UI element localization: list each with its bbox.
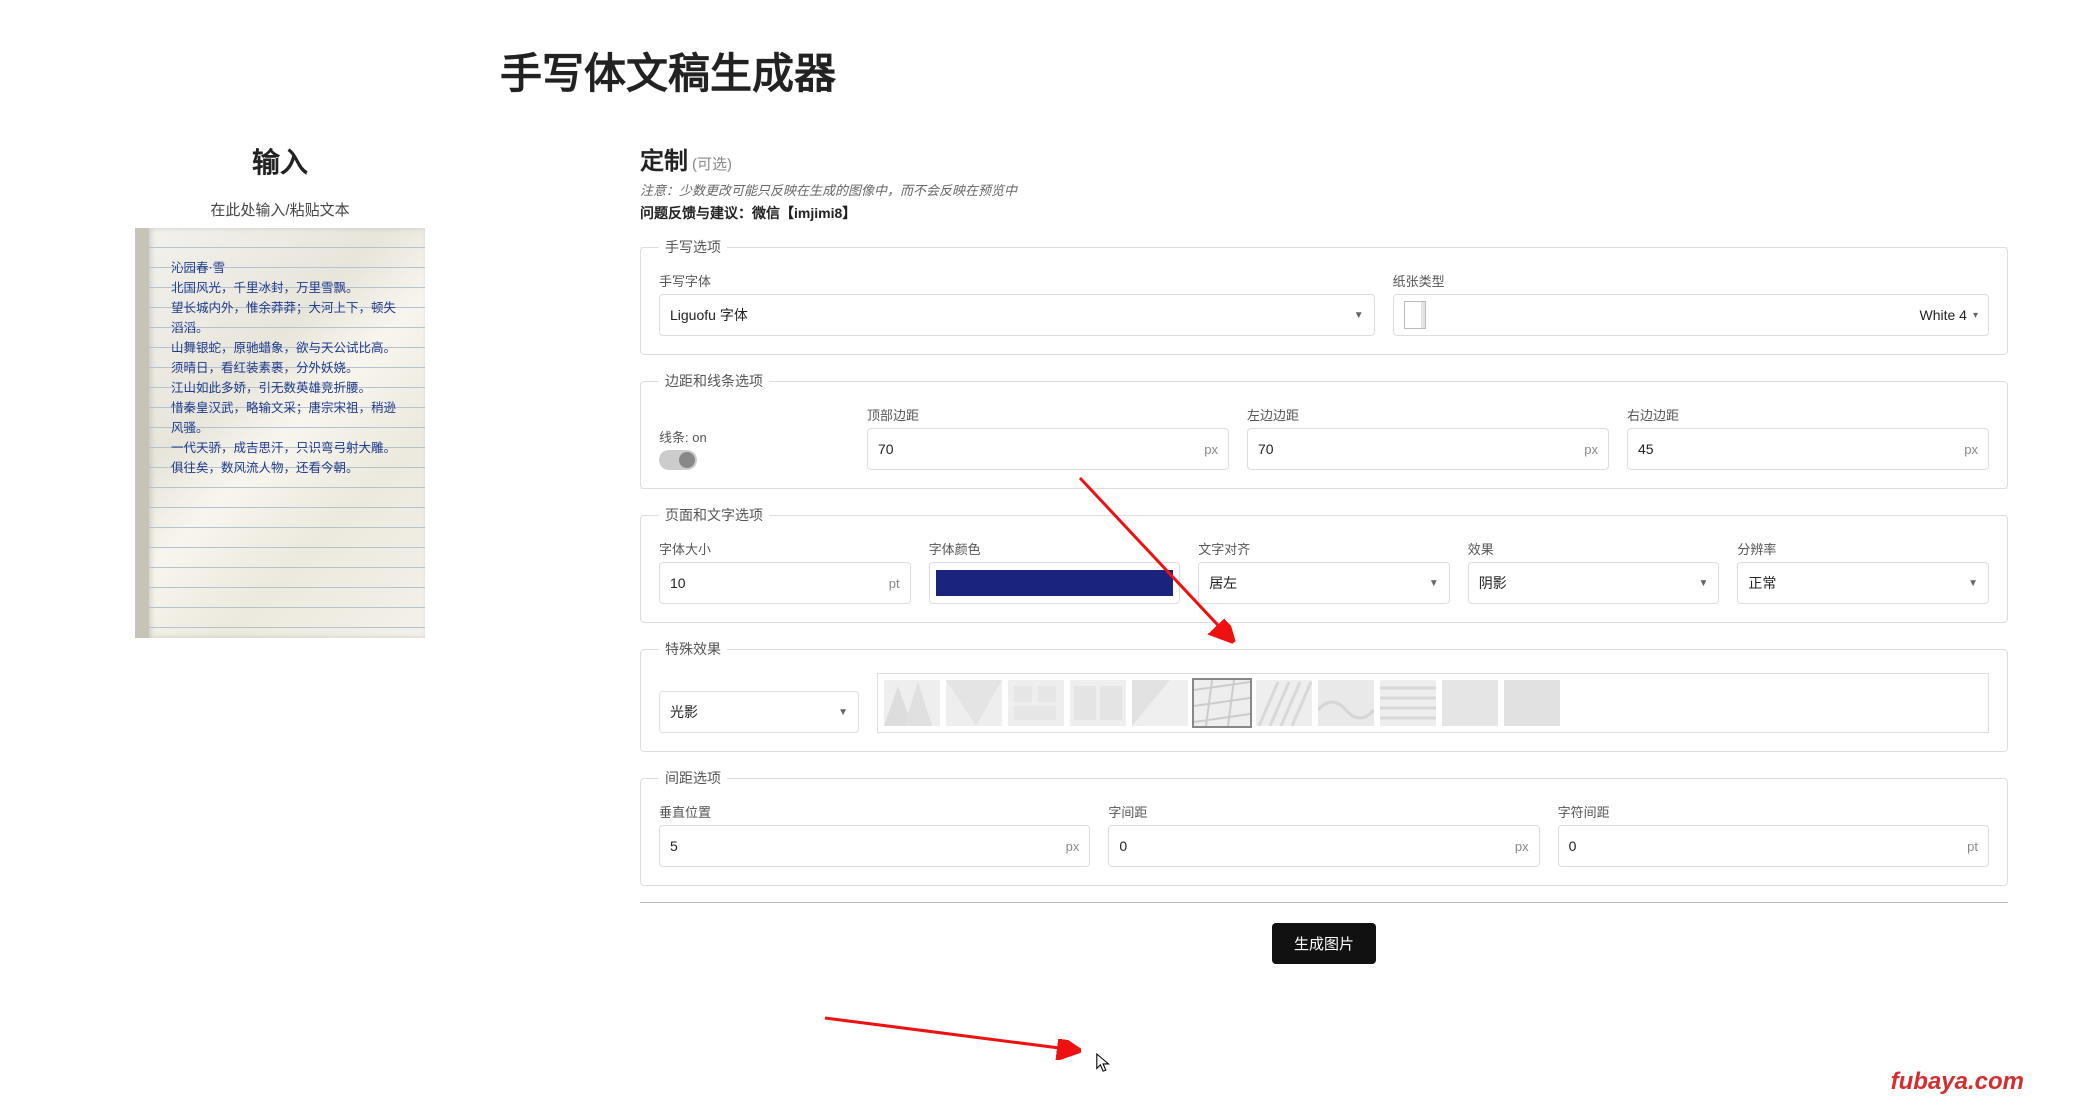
spacing-legend: 间距选项 bbox=[659, 768, 727, 788]
chevron-down-icon: ▼ bbox=[838, 707, 848, 718]
letter-spacing-label: 字符间距 bbox=[1558, 802, 1989, 821]
align-label: 文字对齐 bbox=[1198, 539, 1450, 558]
spacing-fieldset: 间距选项 垂直位置 5px 字间距 0px 字符间距 bbox=[640, 768, 2008, 886]
feedback-label: 问题反馈与建议： bbox=[640, 205, 752, 221]
shadow-option-9[interactable] bbox=[1442, 680, 1498, 726]
shadow-option-4[interactable] bbox=[1132, 680, 1188, 726]
shadow-option-8[interactable] bbox=[1380, 680, 1436, 726]
align-select[interactable]: 居左▼ bbox=[1198, 562, 1450, 604]
paper-select[interactable]: White 4 ▾ bbox=[1393, 294, 1989, 336]
word-spacing-input[interactable]: 0px bbox=[1108, 825, 1539, 867]
paper-label: 纸张类型 bbox=[1393, 271, 1989, 290]
margins-legend: 边距和线条选项 bbox=[659, 371, 769, 391]
generate-button[interactable]: 生成图片 bbox=[1272, 923, 1376, 964]
fontsize-input[interactable]: 10pt bbox=[659, 562, 911, 604]
feedback-line: 问题反馈与建议：微信【imjimi8】 bbox=[640, 203, 2008, 223]
watermark: fubaya.com bbox=[1891, 1068, 2024, 1096]
page-fieldset: 页面和文字选项 字体大小 10pt 字体颜色 文字对齐 bbox=[640, 505, 2008, 623]
customize-note: 注意：少数更改可能只反映在生成的图像中，而不会反映在预览中 bbox=[640, 180, 2008, 199]
fontsize-label: 字体大小 bbox=[659, 539, 911, 558]
margin-top-input[interactable]: 70px bbox=[867, 428, 1229, 470]
vpos-label: 垂直位置 bbox=[659, 802, 1090, 821]
input-subtitle: 在此处输入/粘贴文本 bbox=[70, 199, 490, 220]
chevron-down-icon: ▼ bbox=[1968, 578, 1978, 589]
special-legend: 特殊效果 bbox=[659, 639, 727, 659]
cursor-icon bbox=[1095, 1052, 1113, 1074]
shadow-option-10[interactable] bbox=[1504, 680, 1560, 726]
margin-left-input[interactable]: 70px bbox=[1247, 428, 1609, 470]
font-select[interactable]: Liguofu 字体 ▼ bbox=[659, 294, 1375, 336]
customize-heading: 定制 bbox=[640, 141, 688, 176]
shadow-option-5[interactable] bbox=[1194, 680, 1250, 726]
chevron-down-icon: ▾ bbox=[1973, 310, 1978, 321]
margin-left-label: 左边边距 bbox=[1247, 405, 1609, 424]
handwriting-legend: 手写选项 bbox=[659, 237, 727, 257]
shadow-option-2[interactable] bbox=[1008, 680, 1064, 726]
shadow-option-6[interactable] bbox=[1256, 680, 1312, 726]
page-legend: 页面和文字选项 bbox=[659, 505, 769, 525]
annotation-arrow-2 bbox=[820, 1008, 1090, 1060]
chevron-down-icon: ▼ bbox=[1429, 578, 1439, 589]
vpos-input[interactable]: 5px bbox=[659, 825, 1090, 867]
resolution-label: 分辨率 bbox=[1737, 539, 1989, 558]
special-select[interactable]: 光影▼ bbox=[659, 691, 859, 733]
letter-spacing-input[interactable]: 0pt bbox=[1558, 825, 1989, 867]
input-heading: 输入 bbox=[70, 141, 490, 181]
word-spacing-label: 字间距 bbox=[1108, 802, 1539, 821]
font-label: 手写字体 bbox=[659, 271, 1375, 290]
effect-label: 效果 bbox=[1468, 539, 1720, 558]
shadow-option-3[interactable] bbox=[1070, 680, 1126, 726]
preview-text: 沁园春·雪 北国风光，千里冰封，万里雪飘。 望长城内外，惟余莽莽；大河上下，顿失… bbox=[171, 258, 407, 478]
effect-select[interactable]: 阴影▼ bbox=[1468, 562, 1720, 604]
margin-right-label: 右边边距 bbox=[1627, 405, 1989, 424]
input-column: 输入 在此处输入/粘贴文本 沁园春·雪 北国风光，千里冰封，万里雪飘。 望长城内… bbox=[70, 141, 490, 638]
shadow-option-0[interactable] bbox=[884, 680, 940, 726]
paper-value: White 4 bbox=[1426, 307, 1967, 323]
chevron-down-icon: ▼ bbox=[1354, 310, 1364, 321]
page-title: 手写体文稿生成器 bbox=[500, 40, 2078, 101]
margin-top-label: 顶部边距 bbox=[867, 405, 1229, 424]
lines-toggle[interactable] bbox=[659, 450, 697, 470]
fontcolor-label: 字体颜色 bbox=[929, 539, 1181, 558]
chevron-down-icon: ▼ bbox=[1698, 578, 1708, 589]
separator bbox=[640, 902, 2008, 903]
lines-label: 线条: on bbox=[659, 427, 849, 446]
feedback-value: 微信【imjimi8】 bbox=[752, 205, 856, 221]
customize-column: 定制 (可选) 注意：少数更改可能只反映在生成的图像中，而不会反映在预览中 问题… bbox=[490, 141, 2008, 964]
fontcolor-swatch bbox=[936, 570, 1174, 596]
margin-right-input[interactable]: 45px bbox=[1627, 428, 1989, 470]
special-fieldset: 特殊效果 光影▼ bbox=[640, 639, 2008, 752]
shadow-gallery bbox=[877, 673, 1989, 733]
preview-notebook[interactable]: 沁园春·雪 北国风光，千里冰封，万里雪飘。 望长城内外，惟余莽莽；大河上下，顿失… bbox=[135, 228, 425, 638]
shadow-option-7[interactable] bbox=[1318, 680, 1374, 726]
font-value: Liguofu 字体 bbox=[670, 305, 1348, 325]
paper-thumb-icon bbox=[1404, 301, 1426, 329]
shadow-option-1[interactable] bbox=[946, 680, 1002, 726]
resolution-select[interactable]: 正常▼ bbox=[1737, 562, 1989, 604]
customize-optional: (可选) bbox=[692, 153, 732, 174]
fontcolor-input[interactable] bbox=[929, 562, 1181, 604]
margins-fieldset: 边距和线条选项 线条: on 顶部边距 70px 左边边距 bbox=[640, 371, 2008, 489]
handwriting-fieldset: 手写选项 手写字体 Liguofu 字体 ▼ 纸张类型 White 4 ▾ bbox=[640, 237, 2008, 355]
